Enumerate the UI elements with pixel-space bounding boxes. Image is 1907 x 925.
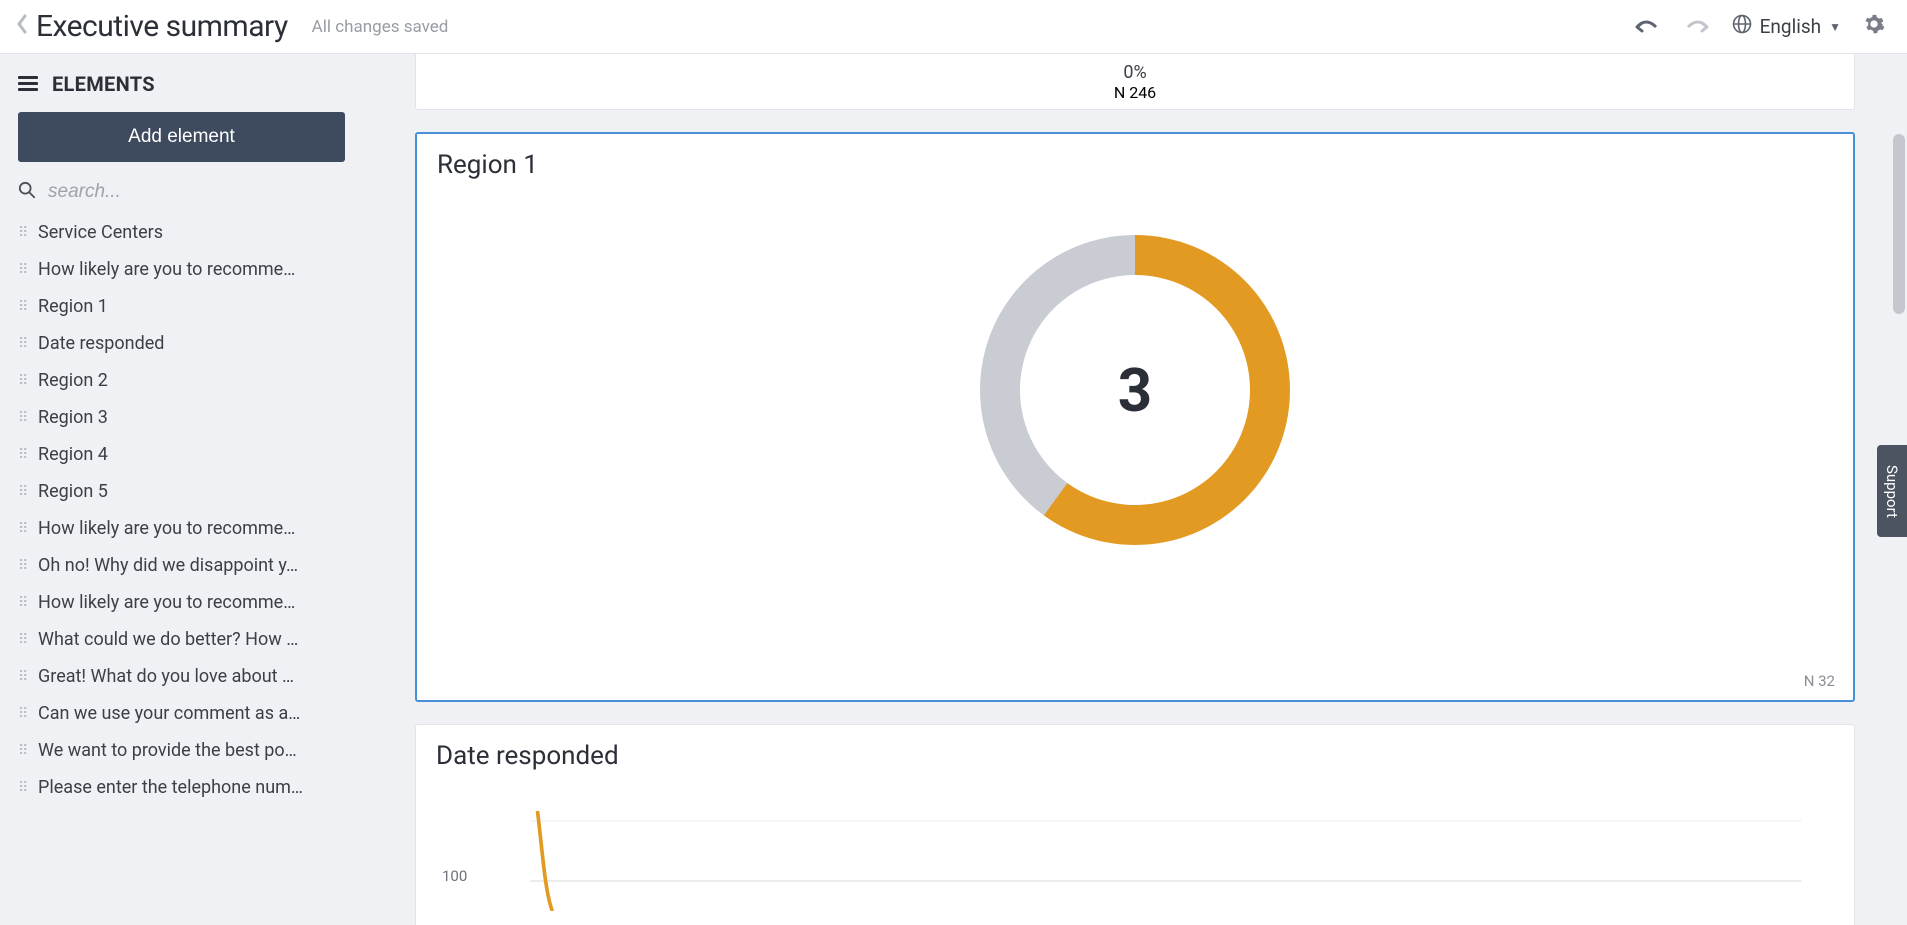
list-item[interactable]: ⠿Please enter the telephone num… xyxy=(18,769,345,806)
back-chevron-icon[interactable] xyxy=(10,14,36,40)
page-title: Executive summary xyxy=(36,9,288,44)
drag-handle-icon[interactable]: ⠿ xyxy=(18,600,28,606)
card-title: Date responded xyxy=(416,725,1854,771)
percent-label: 0% xyxy=(416,54,1854,83)
drag-handle-icon[interactable]: ⠿ xyxy=(18,341,28,347)
list-item[interactable]: ⠿Great! What do you love about … xyxy=(18,658,345,695)
list-item[interactable]: ⠿Can we use your comment as a… xyxy=(18,695,345,732)
sidebar-search xyxy=(18,180,345,204)
card-date-responded[interactable]: Date responded 100 xyxy=(415,724,1855,925)
drag-handle-icon[interactable]: ⠿ xyxy=(18,748,28,754)
list-item[interactable]: ⠿Region 1 xyxy=(18,288,345,325)
drag-handle-icon[interactable]: ⠿ xyxy=(18,230,28,236)
top-bar: Executive summary All changes saved Engl… xyxy=(0,0,1907,54)
support-tab[interactable]: Support xyxy=(1877,445,1907,538)
drag-handle-icon[interactable]: ⠿ xyxy=(18,489,28,495)
globe-icon xyxy=(1732,14,1752,39)
list-item[interactable]: ⠿Service Centers xyxy=(18,214,345,251)
drag-handle-icon[interactable]: ⠿ xyxy=(18,711,28,717)
element-list: ⠿Service Centers ⠿How likely are you to … xyxy=(18,214,345,806)
list-item[interactable]: ⠿We want to provide the best po… xyxy=(18,732,345,769)
sidebar-heading-label: ELEMENTS xyxy=(52,72,155,96)
drag-handle-icon[interactable]: ⠿ xyxy=(18,526,28,532)
list-item[interactable]: ⠿Region 3 xyxy=(18,399,345,436)
scrollbar-thumb[interactable] xyxy=(1893,134,1905,314)
language-selector[interactable]: English ▼ xyxy=(1722,14,1851,39)
drag-handle-icon[interactable]: ⠿ xyxy=(18,304,28,310)
list-item[interactable]: ⠿Region 2 xyxy=(18,362,345,399)
drag-handle-icon[interactable]: ⠿ xyxy=(18,378,28,384)
drag-handle-icon[interactable]: ⠿ xyxy=(18,785,28,791)
settings-button[interactable] xyxy=(1851,13,1897,41)
list-item[interactable]: ⠿What could we do better? How … xyxy=(18,621,345,658)
add-element-button[interactable]: Add element xyxy=(18,112,345,162)
caret-down-icon: ▼ xyxy=(1829,20,1841,34)
report-canvas[interactable]: 0% N 246 Region 1 3 N 32 Date responded … xyxy=(363,54,1907,925)
drag-handle-icon[interactable]: ⠿ xyxy=(18,637,28,643)
donut-center-value: 3 xyxy=(980,235,1290,545)
hamburger-icon xyxy=(18,76,38,92)
list-item[interactable]: ⠿Region 4 xyxy=(18,436,345,473)
undo-button[interactable] xyxy=(1622,19,1672,35)
list-item[interactable]: ⠿Oh no! Why did we disappoint y… xyxy=(18,547,345,584)
list-item[interactable]: ⠿How likely are you to recomme… xyxy=(18,584,345,621)
list-item[interactable]: ⠿Date responded xyxy=(18,325,345,362)
drag-handle-icon[interactable]: ⠿ xyxy=(18,674,28,680)
list-item[interactable]: ⠿How likely are you to recomme… xyxy=(18,510,345,547)
save-status: All changes saved xyxy=(312,17,449,37)
drag-handle-icon[interactable]: ⠿ xyxy=(18,267,28,273)
drag-handle-icon[interactable]: ⠿ xyxy=(18,452,28,458)
search-input[interactable] xyxy=(48,181,345,203)
drag-handle-icon[interactable]: ⠿ xyxy=(18,563,28,569)
donut-chart: 3 xyxy=(980,235,1290,545)
search-icon xyxy=(18,180,36,204)
n-count: N 246 xyxy=(416,83,1854,102)
n-count: N 32 xyxy=(1804,672,1835,690)
redo-button[interactable] xyxy=(1672,19,1722,35)
sidebar-heading: ELEMENTS xyxy=(18,72,345,96)
card-title: Region 1 xyxy=(417,134,1853,180)
card-region-1[interactable]: Region 1 3 N 32 xyxy=(415,132,1855,702)
list-item[interactable]: ⠿Region 5 xyxy=(18,473,345,510)
y-tick-label: 100 xyxy=(442,867,467,885)
line-chart: 100 xyxy=(416,771,1854,921)
drag-handle-icon[interactable]: ⠿ xyxy=(18,415,28,421)
language-label: English xyxy=(1760,15,1821,38)
elements-sidebar: ELEMENTS Add element ⠿Service Centers ⠿H… xyxy=(0,54,363,925)
card-nps-partial[interactable]: 0% N 246 xyxy=(415,54,1855,110)
list-item[interactable]: ⠿How likely are you to recomme… xyxy=(18,251,345,288)
